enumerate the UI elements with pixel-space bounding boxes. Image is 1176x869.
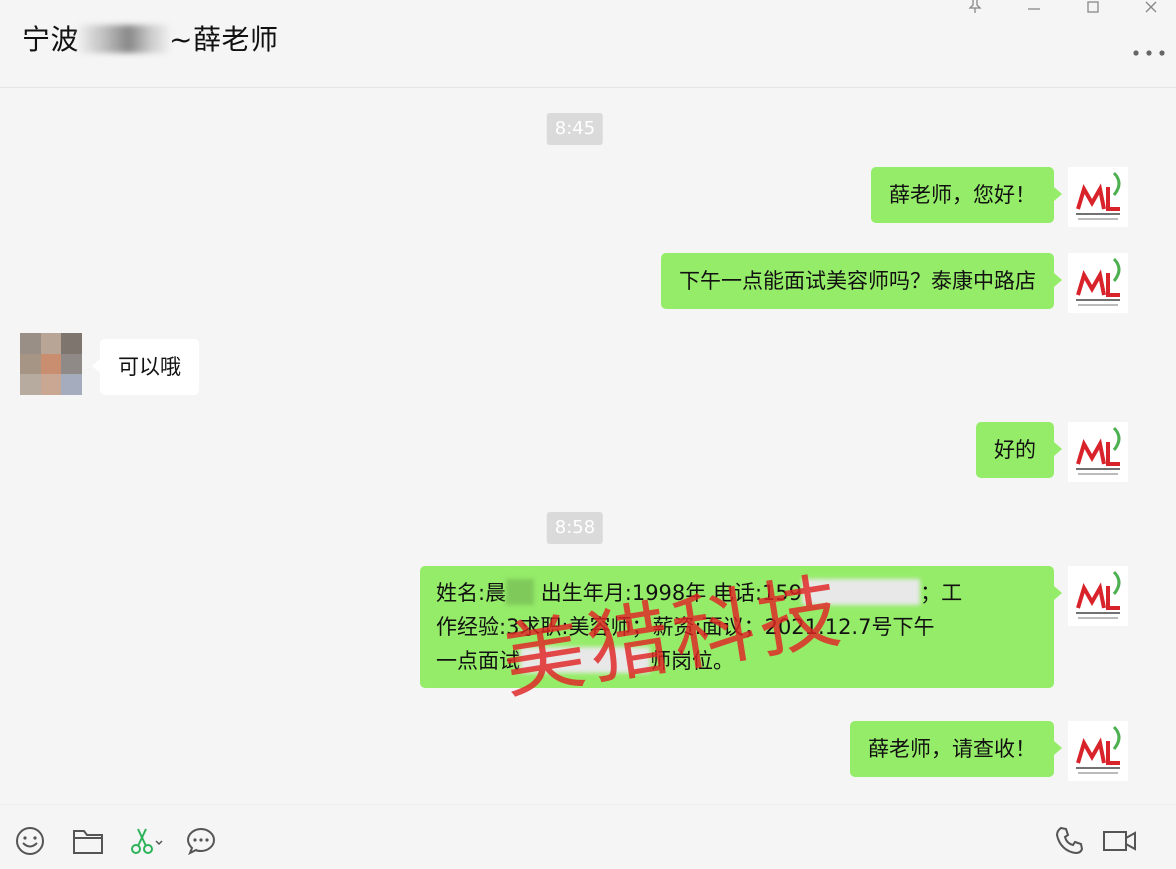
avatar[interactable] [1068,167,1128,227]
chat-history-icon[interactable] [183,823,219,859]
maximize-icon[interactable] [1078,0,1108,19]
chat-title: 宁波 ~薛老师 [22,18,278,58]
avatar[interactable] [1068,422,1128,482]
folder-icon[interactable] [70,823,106,859]
emoji-icon[interactable] [12,823,48,859]
message-bubble-self[interactable]: 薛老师，您好！ [871,167,1062,223]
redacted-blur [802,579,921,605]
ml-logo-icon [1076,171,1121,220]
avatar[interactable] [1068,566,1128,626]
pin-icon[interactable] [960,0,990,19]
minimize-icon[interactable] [1019,0,1049,21]
message-line: 作经验:3求职:美容师；薪资:面议；2021.12.7号下午 [436,615,935,639]
more-icon[interactable] [1132,34,1166,64]
chat-area[interactable]: 8:45 薛老师，您好！ 下午一点能面试美容师吗？泰康中路店 可以哦 好的 8:… [0,89,1176,804]
message-line: 姓名:晨 出生年月:1998年 电话:159 ；工 [436,579,963,605]
close-icon[interactable] [1136,0,1166,19]
avatar[interactable] [1068,721,1128,781]
ml-logo-icon [1076,257,1121,306]
redacted-blur [506,579,535,605]
scissors-icon[interactable] [126,823,166,859]
input-toolbar [0,804,1176,869]
timestamp: 8:58 [546,512,604,544]
ml-logo-icon [1076,570,1121,619]
chat-title-prefix: 宁波 [22,23,80,56]
video-call-icon[interactable] [1100,823,1140,859]
message-bubble-self[interactable]: 下午一点能面试美容师吗？泰康中路店 [661,253,1062,309]
redacted-blur [79,25,170,53]
phone-icon[interactable] [1052,823,1088,859]
timestamp: 8:45 [546,113,604,145]
message-bubble-self[interactable]: 薛老师，请查收！ [850,721,1062,777]
message-bubble-self[interactable]: 姓名:晨 出生年月:1998年 电话:159 ；工 作经验:3求职:美容师；薪资:… [420,566,1062,688]
chat-title-suffix: ~薛老师 [169,23,279,56]
ml-logo-icon [1076,426,1121,475]
message-bubble-other[interactable]: 可以哦 [92,339,199,395]
message-line: 一点面试 师岗位。 [436,647,734,673]
redacted-blur [520,647,650,673]
avatar[interactable] [1068,253,1128,313]
contact-avatar[interactable] [20,333,82,395]
message-bubble-self[interactable]: 好的 [976,422,1062,478]
title-bar: 宁波 ~薛老师 [0,0,1176,88]
ml-logo-icon [1076,725,1121,774]
